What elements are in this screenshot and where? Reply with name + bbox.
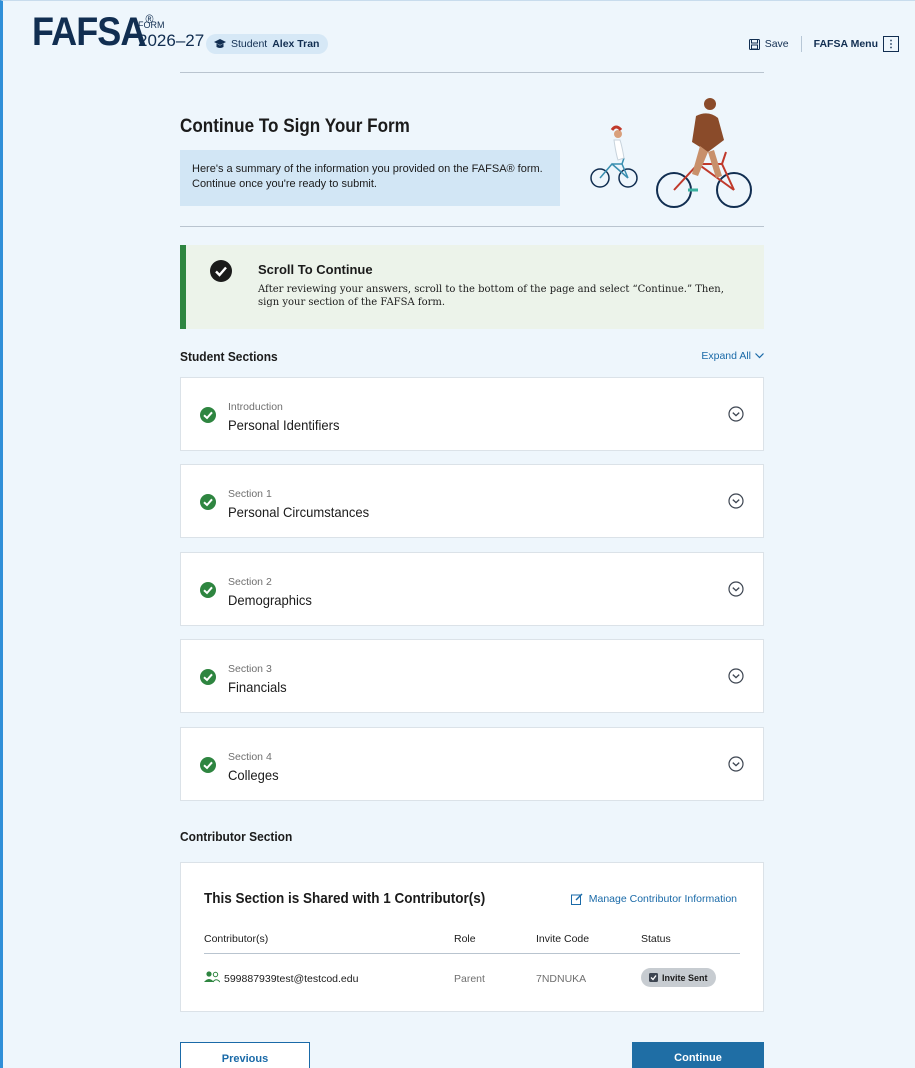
complete-check-icon — [200, 407, 216, 423]
student-name: Alex Tran — [272, 38, 320, 50]
section-label: Section 1 — [228, 488, 272, 500]
student-sections-heading: Student Sections — [180, 349, 278, 364]
accordion-section[interactable]: Section 2 Demographics — [180, 552, 764, 626]
accordion-section[interactable]: Introduction Personal Identifiers — [180, 377, 764, 451]
chevron-circle-down-icon[interactable] — [728, 406, 744, 422]
save-button[interactable]: Save — [748, 38, 789, 50]
alert-body: After reviewing your answers, scroll to … — [258, 284, 724, 308]
student-prefix: Student — [231, 38, 268, 50]
edit-icon — [570, 893, 583, 905]
section-title: Personal Circumstances — [228, 504, 370, 520]
status-badge: Invite Sent — [641, 968, 716, 987]
fafsa-logo[interactable]: FAFSA® — [32, 10, 153, 55]
contributor-section-heading: Contributor Section — [180, 829, 293, 844]
check-circle-icon — [210, 260, 232, 282]
expand-all-button[interactable]: Expand All — [701, 350, 764, 362]
student-cap-icon — [214, 38, 226, 48]
section-label: Section 2 — [228, 576, 272, 588]
chevron-circle-down-icon[interactable] — [728, 668, 744, 684]
intro-divider — [180, 226, 764, 227]
site-header: FAFSA® FORM 2026–27 Student Alex Tran Sa… — [0, 0, 915, 62]
complete-check-icon — [200, 669, 216, 685]
form-label: FORM — [138, 20, 165, 30]
contributors-icon — [204, 971, 220, 983]
page-title: Continue To Sign Your Form — [180, 116, 410, 137]
complete-check-icon — [200, 494, 216, 510]
scroll-to-continue-alert: Scroll To Continue After reviewing your … — [180, 245, 764, 329]
continue-button[interactable]: Continue — [632, 1042, 764, 1068]
accordion-section[interactable]: Section 4 Colleges — [180, 727, 764, 801]
contributor-email: 599887939test@testcod.edu — [224, 973, 359, 985]
complete-check-icon — [200, 757, 216, 773]
checkbox-checked-icon — [649, 973, 658, 982]
fafsa-menu-button[interactable]: FAFSA Menu ⋮ — [814, 36, 899, 52]
cyclists-illustration — [590, 98, 752, 208]
section-label: Introduction — [228, 401, 283, 413]
kebab-menu-icon: ⋮ — [883, 36, 899, 52]
contributor-card: This Section is Shared with 1 Contributo… — [180, 862, 764, 1012]
chevron-circle-down-icon[interactable] — [728, 756, 744, 772]
top-divider — [180, 72, 764, 73]
contributor-card-title: This Section is Shared with 1 Contributo… — [204, 890, 486, 907]
chevron-circle-down-icon[interactable] — [728, 493, 744, 509]
table-header-divider — [204, 953, 740, 954]
column-header-status: Status — [641, 933, 671, 945]
header-actions: Save FAFSA Menu ⋮ — [748, 36, 899, 52]
column-header-role: Role — [454, 933, 476, 945]
accordion-section[interactable]: Section 3 Financials — [180, 639, 764, 713]
save-icon — [748, 38, 760, 50]
contributor-role: Parent — [454, 973, 485, 985]
manage-contributor-link[interactable]: Manage Contributor Information — [570, 893, 737, 905]
section-label: Section 3 — [228, 663, 272, 675]
alert-title: Scroll To Continue — [258, 262, 373, 277]
student-badge: Student Alex Tran — [206, 34, 329, 54]
chevron-down-icon — [755, 353, 764, 359]
complete-check-icon — [200, 582, 216, 598]
section-title: Colleges — [228, 767, 279, 783]
column-header-contributor: Contributor(s) — [204, 933, 269, 945]
section-label: Section 4 — [228, 751, 272, 763]
column-header-invite-code: Invite Code — [536, 933, 590, 945]
contributor-invite-code: 7NDNUKA — [536, 973, 587, 985]
section-title: Personal Identifiers — [228, 417, 340, 433]
intro-summary: Here's a summary of the information you … — [180, 150, 560, 206]
section-title: Demographics — [228, 592, 312, 608]
previous-button[interactable]: Previous — [180, 1042, 310, 1068]
section-title: Financials — [228, 679, 287, 695]
header-divider — [800, 36, 802, 52]
chevron-circle-down-icon[interactable] — [728, 581, 744, 597]
accordion-section[interactable]: Section 1 Personal Circumstances — [180, 464, 764, 538]
form-year: 2026–27 — [138, 31, 205, 50]
